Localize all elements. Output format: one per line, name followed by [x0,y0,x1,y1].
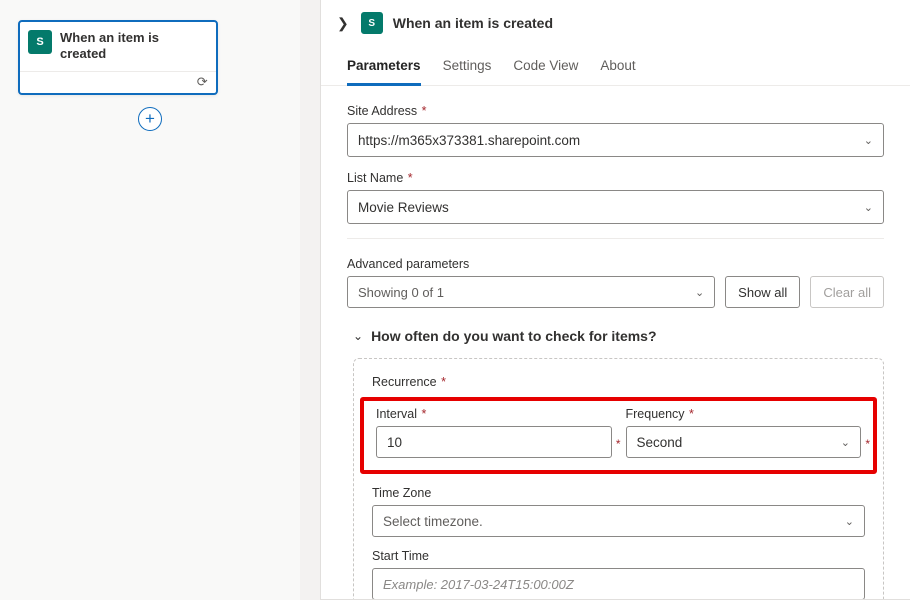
sharepoint-icon: S [361,12,383,34]
site-address-value: https://m365x373381.sharepoint.com [358,133,580,148]
trigger-card[interactable]: S When an item is created ⟲ [18,20,218,95]
section-title: How often do you want to check for items… [371,328,656,344]
list-name-select[interactable]: Movie Reviews ⌄ [347,190,884,224]
trigger-card-header: S When an item is created [20,22,216,71]
section-toggle[interactable]: ⌄ How often do you want to check for ite… [353,328,884,344]
trigger-card-footer: ⟲ [20,71,216,93]
list-name-label: List Name * [347,171,884,185]
tab-about[interactable]: About [600,58,635,86]
sharepoint-icon: S [28,30,52,54]
time-zone-label: Time Zone [372,486,865,500]
add-step-button[interactable]: + [138,107,162,131]
start-time-label: Start Time [372,549,865,563]
chevron-down-icon: ⌄ [695,286,704,299]
chevron-down-icon: ⌄ [864,134,873,147]
highlight-interval-frequency: Interval * * Frequency * Second ⌄ * [360,397,877,474]
advanced-parameters-select[interactable]: Showing 0 of 1 ⌄ [347,276,715,308]
chevron-down-icon: ⌄ [353,329,363,343]
time-zone-select[interactable]: Select timezone. ⌄ [372,505,865,537]
chevron-down-icon: ⌄ [841,436,850,449]
field-frequency: Frequency * Second ⌄ * [626,407,862,458]
field-time-zone: Time Zone Select timezone. ⌄ [372,486,865,537]
field-site-address: Site Address * https://m365x373381.share… [347,104,884,157]
properties-panel: ❯ S When an item is created Parameters S… [320,0,910,600]
advanced-showing-text: Showing 0 of 1 [358,285,444,300]
field-start-time: Start Time Example: 2017-03-24T15:00:00Z [372,549,865,599]
start-time-input[interactable]: Example: 2017-03-24T15:00:00Z [372,568,865,599]
required-indicator: * [865,437,870,451]
divider [347,238,884,239]
panel-header: ❯ S When an item is created [321,0,910,38]
recurrence-group: Recurrence * Interval * * Frequency * Se… [353,358,884,599]
time-zone-placeholder: Select timezone. [383,514,483,529]
panel-tabs: Parameters Settings Code View About [321,38,910,86]
panel-title: When an item is created [393,15,553,31]
list-name-value: Movie Reviews [358,200,449,215]
advanced-parameters-row: Showing 0 of 1 ⌄ Show all Clear all [347,276,884,308]
field-list-name: List Name * Movie Reviews ⌄ [347,171,884,224]
site-address-select[interactable]: https://m365x373381.sharepoint.com ⌄ [347,123,884,157]
frequency-label: Frequency * [626,407,862,421]
panel-body: Site Address * https://m365x373381.share… [321,86,910,599]
interval-input[interactable] [376,426,612,458]
link-icon: ⟲ [197,74,208,90]
advanced-parameters-label: Advanced parameters [347,257,884,271]
frequency-value: Second [637,435,683,450]
site-address-label: Site Address * [347,104,884,118]
frequency-select[interactable]: Second ⌄ [626,426,862,458]
field-interval: Interval * * [376,407,612,458]
chevron-down-icon: ⌄ [845,515,854,528]
tab-settings[interactable]: Settings [443,58,492,86]
required-indicator: * [616,437,621,451]
interval-label: Interval * [376,407,612,421]
start-time-placeholder: Example: 2017-03-24T15:00:00Z [383,577,574,592]
clear-all-button: Clear all [810,276,884,308]
chevron-down-icon: ⌄ [864,201,873,214]
designer-canvas: S When an item is created ⟲ + [0,0,300,600]
tab-parameters[interactable]: Parameters [347,58,421,86]
collapse-chevron-icon[interactable]: ❯ [335,13,351,34]
show-all-button[interactable]: Show all [725,276,800,308]
recurrence-label: Recurrence * [372,375,865,389]
trigger-card-title: When an item is created [60,30,206,63]
tab-code-view[interactable]: Code View [513,58,578,86]
